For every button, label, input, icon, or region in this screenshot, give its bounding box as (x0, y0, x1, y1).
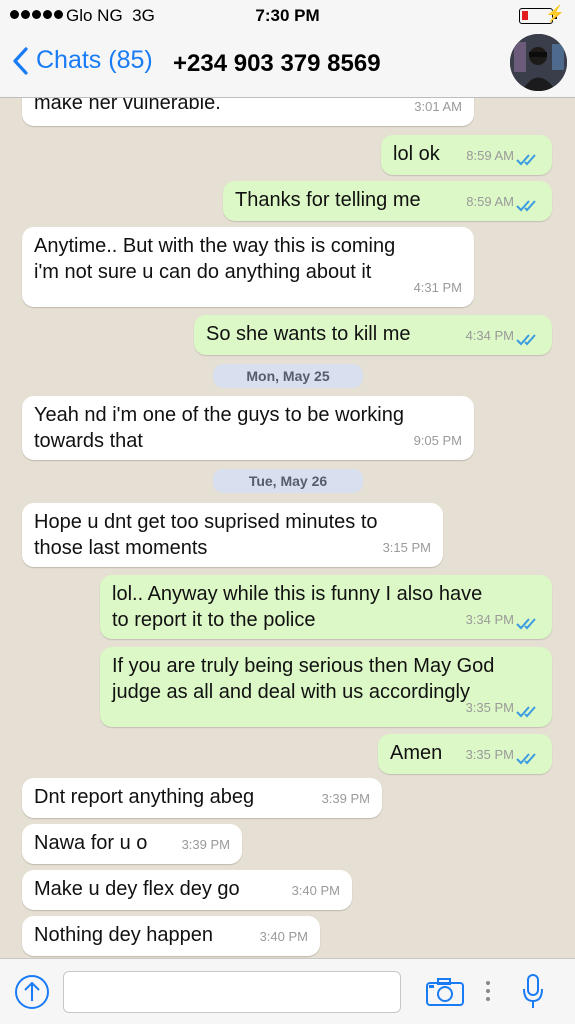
message-text: towards that (34, 430, 143, 452)
upload-arrow-icon (15, 975, 49, 1009)
message-input[interactable] (63, 971, 401, 1013)
incoming-message[interactable]: Nothing dey happen 3:40 PM (22, 916, 320, 956)
incoming-message[interactable]: Nawa for u o 3:39 PM (22, 824, 242, 864)
microphone-button[interactable] (521, 973, 545, 1016)
back-button[interactable]: Chats (85) (12, 46, 153, 75)
double-check-icon (516, 200, 536, 212)
message-time: 3:40 PM (259, 929, 308, 944)
incoming-message[interactable]: Yeah nd i'm one of the guys to be workin… (22, 396, 474, 460)
input-bar (0, 958, 575, 1024)
camera-icon (426, 978, 464, 1006)
message-time: 3:35 PM (465, 747, 514, 762)
message-time: 8:59 AM (466, 148, 514, 163)
incoming-message[interactable]: Dnt report anything abeg 3:39 PM (22, 778, 382, 818)
incoming-message[interactable]: Make u dey flex dey go 3:40 PM (22, 870, 352, 910)
message-time: 3:15 PM (382, 540, 431, 555)
camera-button[interactable] (425, 977, 465, 1012)
status-clock: 7:30 PM (255, 6, 320, 25)
message-time: 8:59 AM (466, 194, 514, 209)
message-time: 3:40 PM (291, 883, 340, 898)
status-bar: Glo NG 3G 7:30 PM ⚡ (0, 0, 575, 32)
message-list[interactable]: make her vulnerable. 3:01 AM lol ok 8:59 AM… (0, 98, 575, 958)
contact-name[interactable]: +234 903 379 8569 (173, 50, 381, 78)
double-check-icon (516, 618, 536, 630)
double-check-icon (516, 334, 536, 346)
double-check-icon (516, 154, 536, 166)
avatar[interactable] (510, 34, 567, 91)
outgoing-message[interactable]: Amen 3:35 PM (378, 734, 552, 774)
message-text: lol.. Anyway while this is funny I also … (112, 583, 483, 605)
date-separator: Mon, May 25 (213, 364, 363, 388)
back-label: Chats (85) (36, 46, 153, 74)
contact-photo (510, 34, 567, 91)
message-text: make her vulnerable. (34, 98, 221, 114)
message-text: Anytime.. But with the way this is comin… (34, 235, 396, 257)
message-text: If you are truly being serious then May … (112, 655, 495, 677)
chevron-left-icon (13, 46, 28, 75)
message-time: 3:01 AM (414, 99, 462, 114)
message-text: Hope u dnt get too suprised minutes to (34, 511, 378, 533)
message-time: 3:39 PM (181, 837, 230, 852)
outgoing-message[interactable]: lol ok 8:59 AM (381, 135, 552, 175)
message-text: Yeah nd i'm one of the guys to be workin… (34, 404, 404, 426)
incoming-message[interactable]: Hope u dnt get too suprised minutes to th… (22, 503, 443, 567)
outgoing-message[interactable]: So she wants to kill me 4:34 PM (194, 315, 552, 355)
date-separator: Tue, May 26 (213, 469, 363, 493)
chat-header: Chats (85) +234 903 379 8569 (0, 32, 575, 98)
more-dots-icon[interactable] (486, 981, 490, 1001)
microphone-icon (523, 974, 543, 1008)
double-check-icon (516, 753, 536, 765)
message-time: 9:05 PM (413, 433, 462, 448)
outgoing-message[interactable]: If you are truly being serious then May … (100, 647, 552, 727)
message-text: i'm not sure u can do anything about it (34, 261, 372, 283)
upload-button[interactable] (14, 974, 50, 1015)
message-time: 4:34 PM (465, 328, 514, 343)
outgoing-message[interactable]: lol.. Anyway while this is funny I also … (100, 575, 552, 639)
incoming-message[interactable]: make her vulnerable. 3:01 AM (22, 98, 474, 126)
incoming-message[interactable]: Anytime.. But with the way this is comin… (22, 227, 474, 307)
message-time: 3:39 PM (321, 791, 370, 806)
double-check-icon (516, 706, 536, 718)
message-time: 3:35 PM (465, 700, 514, 715)
message-text: those last moments (34, 537, 208, 559)
outgoing-message[interactable]: Thanks for telling me 8:59 AM (223, 181, 552, 221)
charging-icon: ⚡ (545, 6, 565, 23)
message-time: 4:31 PM (413, 280, 462, 295)
message-time: 3:34 PM (465, 612, 514, 627)
message-text: Dnt report anything abeg (34, 786, 255, 808)
